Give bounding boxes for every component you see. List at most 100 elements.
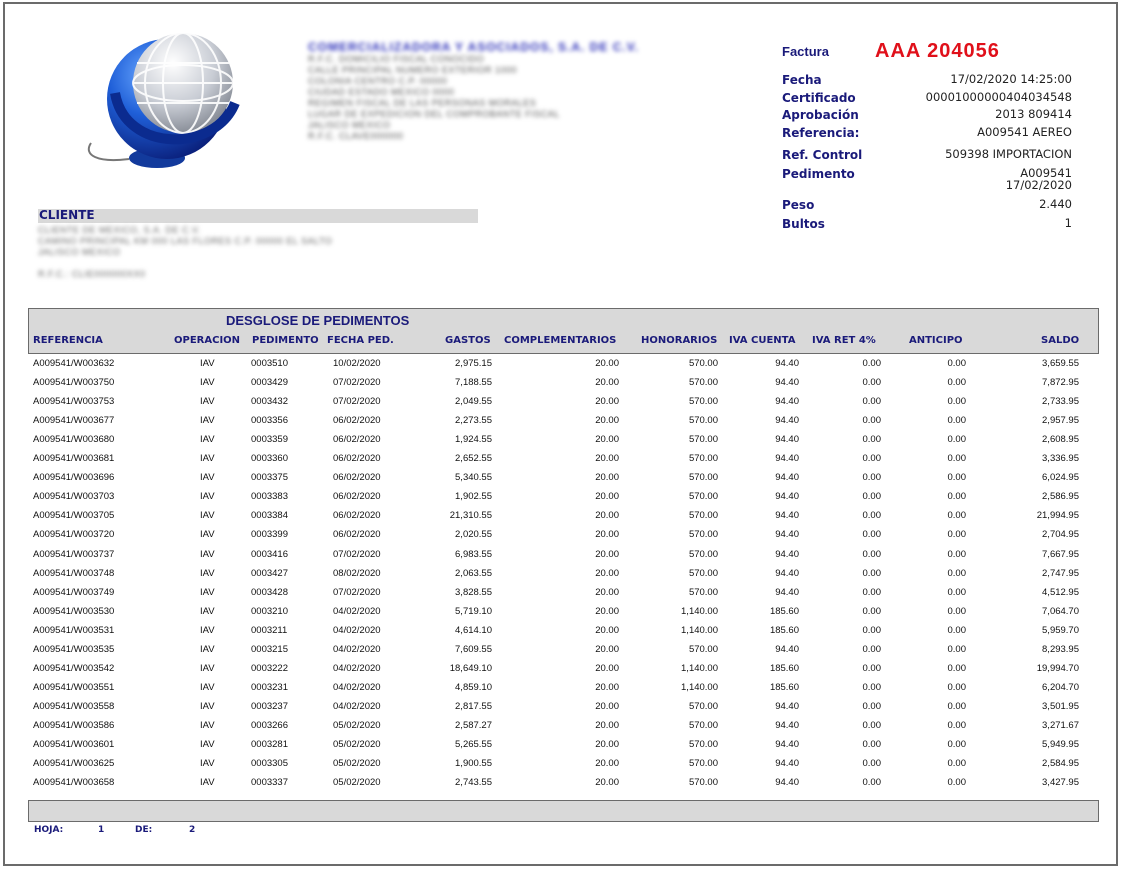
cell-iva-cuenta: 94.40 <box>775 643 799 655</box>
cell-gastos: 5,265.55 <box>455 739 492 750</box>
cell-honorarios: 1,140.00 <box>681 681 718 693</box>
cell-fecha: 04/02/2020 <box>333 605 381 617</box>
cell-operacion: IAV <box>200 777 215 789</box>
cell-saldo: 2,704.95 <box>1042 529 1079 541</box>
cliente-info: CLIENTE DE MEXICO, S.A. DE C.V. CAMINO P… <box>38 225 488 280</box>
cell-saldo: 2,957.95 <box>1042 415 1079 427</box>
cell-iva-cuenta: 185.60 <box>769 681 799 693</box>
col-header-iva-cuenta: IVA CUENTA <box>729 335 796 346</box>
cell-iva-ret: 0.00 <box>862 605 882 617</box>
cell-fecha: 04/02/2020 <box>333 700 381 712</box>
cell-pedimento: 0003356 <box>251 415 288 427</box>
cell-saldo: 7,872.95 <box>1042 377 1079 389</box>
cell-gastos: 2,020.55 <box>455 529 492 541</box>
col-header-honorarios: HONORARIOS <box>641 335 718 346</box>
cell-honorarios: 1,140.00 <box>681 662 718 674</box>
cell-iva-ret: 0.00 <box>862 586 882 598</box>
cell-saldo: 6,204.70 <box>1042 681 1079 693</box>
cell-anticipo: 0.00 <box>947 491 967 503</box>
cell-referencia: A009541/W003696 <box>33 472 115 484</box>
cell-iva-ret: 0.00 <box>862 777 882 789</box>
cell-fecha: 06/02/2020 <box>333 472 381 484</box>
cell-fecha: 08/02/2020 <box>333 567 381 579</box>
table-title: DESGLOSE DE PEDIMENTOS <box>226 313 410 328</box>
field-label: Pedimento <box>782 167 855 181</box>
cell-referencia: A009541/W003531 <box>33 624 115 636</box>
de-value: 2 <box>189 825 196 835</box>
cell-gastos: 4,859.10 <box>455 681 492 693</box>
cell-referencia: A009541/W003542 <box>33 662 115 674</box>
cell-fecha: 05/02/2020 <box>333 739 381 750</box>
cell-complementarios: 20.00 <box>595 700 619 712</box>
table-row: A009541/W003703 IAV 0003383 06/02/2020 1,902… <box>28 488 1099 507</box>
cell-iva-cuenta: 94.40 <box>775 777 799 789</box>
cell-honorarios: 570.00 <box>688 510 718 522</box>
cell-pedimento: 0003375 <box>251 472 288 484</box>
cell-operacion: IAV <box>200 662 215 674</box>
cell-complementarios: 20.00 <box>595 624 619 636</box>
cell-pedimento: 0003360 <box>251 453 288 465</box>
cell-gastos: 1,900.55 <box>455 758 492 770</box>
cell-complementarios: 20.00 <box>595 434 619 446</box>
cell-operacion: IAV <box>200 567 215 579</box>
cell-fecha: 07/02/2020 <box>333 548 381 560</box>
cell-iva-ret: 0.00 <box>862 681 882 693</box>
cell-honorarios: 570.00 <box>688 491 718 503</box>
cell-complementarios: 20.00 <box>595 758 619 770</box>
cell-fecha: 04/02/2020 <box>333 643 381 655</box>
cell-gastos: 1,902.55 <box>455 491 492 503</box>
cell-anticipo: 0.00 <box>947 529 967 541</box>
cliente-line: CAMINO PRINCIPAL KM 000 LAS FLORES C.P. … <box>38 236 333 246</box>
cell-referencia: A009541/W003749 <box>33 586 115 598</box>
cell-pedimento: 0003432 <box>251 396 288 408</box>
cell-fecha: 04/02/2020 <box>333 662 381 674</box>
table-row: A009541/W003531 IAV 0003211 04/02/2020 4,614… <box>28 622 1099 641</box>
cell-pedimento: 0003429 <box>251 377 288 389</box>
cell-saldo: 5,959.70 <box>1042 624 1079 636</box>
table-row: A009541/W003530 IAV 0003210 04/02/2020 5,719… <box>28 603 1099 622</box>
col-header-gastos: GASTOS <box>445 335 491 346</box>
cell-honorarios: 570.00 <box>688 415 718 427</box>
table-row: A009541/W003737 IAV 0003416 07/02/2020 6,983… <box>28 546 1099 565</box>
hoja-label: HOJA: <box>34 825 64 835</box>
cell-referencia: A009541/W003720 <box>33 529 115 541</box>
table-row: A009541/W003658 IAV 0003337 05/02/2020 2,743… <box>28 774 1099 793</box>
table-row: A009541/W003601 IAV 0003281 05/02/2020 5,265… <box>28 736 1099 755</box>
cell-pedimento: 0003384 <box>251 510 288 522</box>
cell-operacion: IAV <box>200 472 215 484</box>
cell-honorarios: 570.00 <box>688 719 718 731</box>
cell-fecha: 07/02/2020 <box>333 586 381 598</box>
cell-iva-ret: 0.00 <box>862 739 882 750</box>
cell-saldo: 4,512.95 <box>1042 586 1079 598</box>
cell-fecha: 10/02/2020 <box>333 358 381 369</box>
col-header-anticipo: ANTICIPO <box>909 335 963 346</box>
cell-pedimento: 0003337 <box>251 777 288 789</box>
cell-anticipo: 0.00 <box>947 510 967 522</box>
cell-complementarios: 20.00 <box>595 377 619 389</box>
field-value: A009541 AEREO <box>977 125 1072 139</box>
globe-logo <box>88 33 240 168</box>
cell-iva-ret: 0.00 <box>862 453 882 465</box>
cell-saldo: 2,608.95 <box>1042 434 1079 446</box>
field-value: 2013 809414 <box>995 107 1072 121</box>
cell-saldo: 8,293.95 <box>1042 643 1079 655</box>
cell-anticipo: 0.00 <box>947 548 967 560</box>
cell-honorarios: 570.00 <box>688 434 718 446</box>
cell-complementarios: 20.00 <box>595 739 619 750</box>
cell-complementarios: 20.00 <box>595 472 619 484</box>
cell-saldo: 3,336.95 <box>1042 453 1079 465</box>
col-header-operacion: OPERACION <box>174 335 241 346</box>
cell-operacion: IAV <box>200 510 215 522</box>
cell-fecha: 05/02/2020 <box>333 777 381 789</box>
cell-operacion: IAV <box>200 719 215 731</box>
cell-iva-cuenta: 94.40 <box>775 510 799 522</box>
cell-pedimento: 0003510 <box>251 358 288 369</box>
cell-operacion: IAV <box>200 548 215 560</box>
cell-fecha: 05/02/2020 <box>333 719 381 731</box>
cell-anticipo: 0.00 <box>947 434 967 446</box>
cell-honorarios: 570.00 <box>688 548 718 560</box>
cell-iva-ret: 0.00 <box>862 529 882 541</box>
cell-referencia: A009541/W003677 <box>33 415 115 427</box>
cell-pedimento: 0003428 <box>251 586 288 598</box>
cell-operacion: IAV <box>200 529 215 541</box>
